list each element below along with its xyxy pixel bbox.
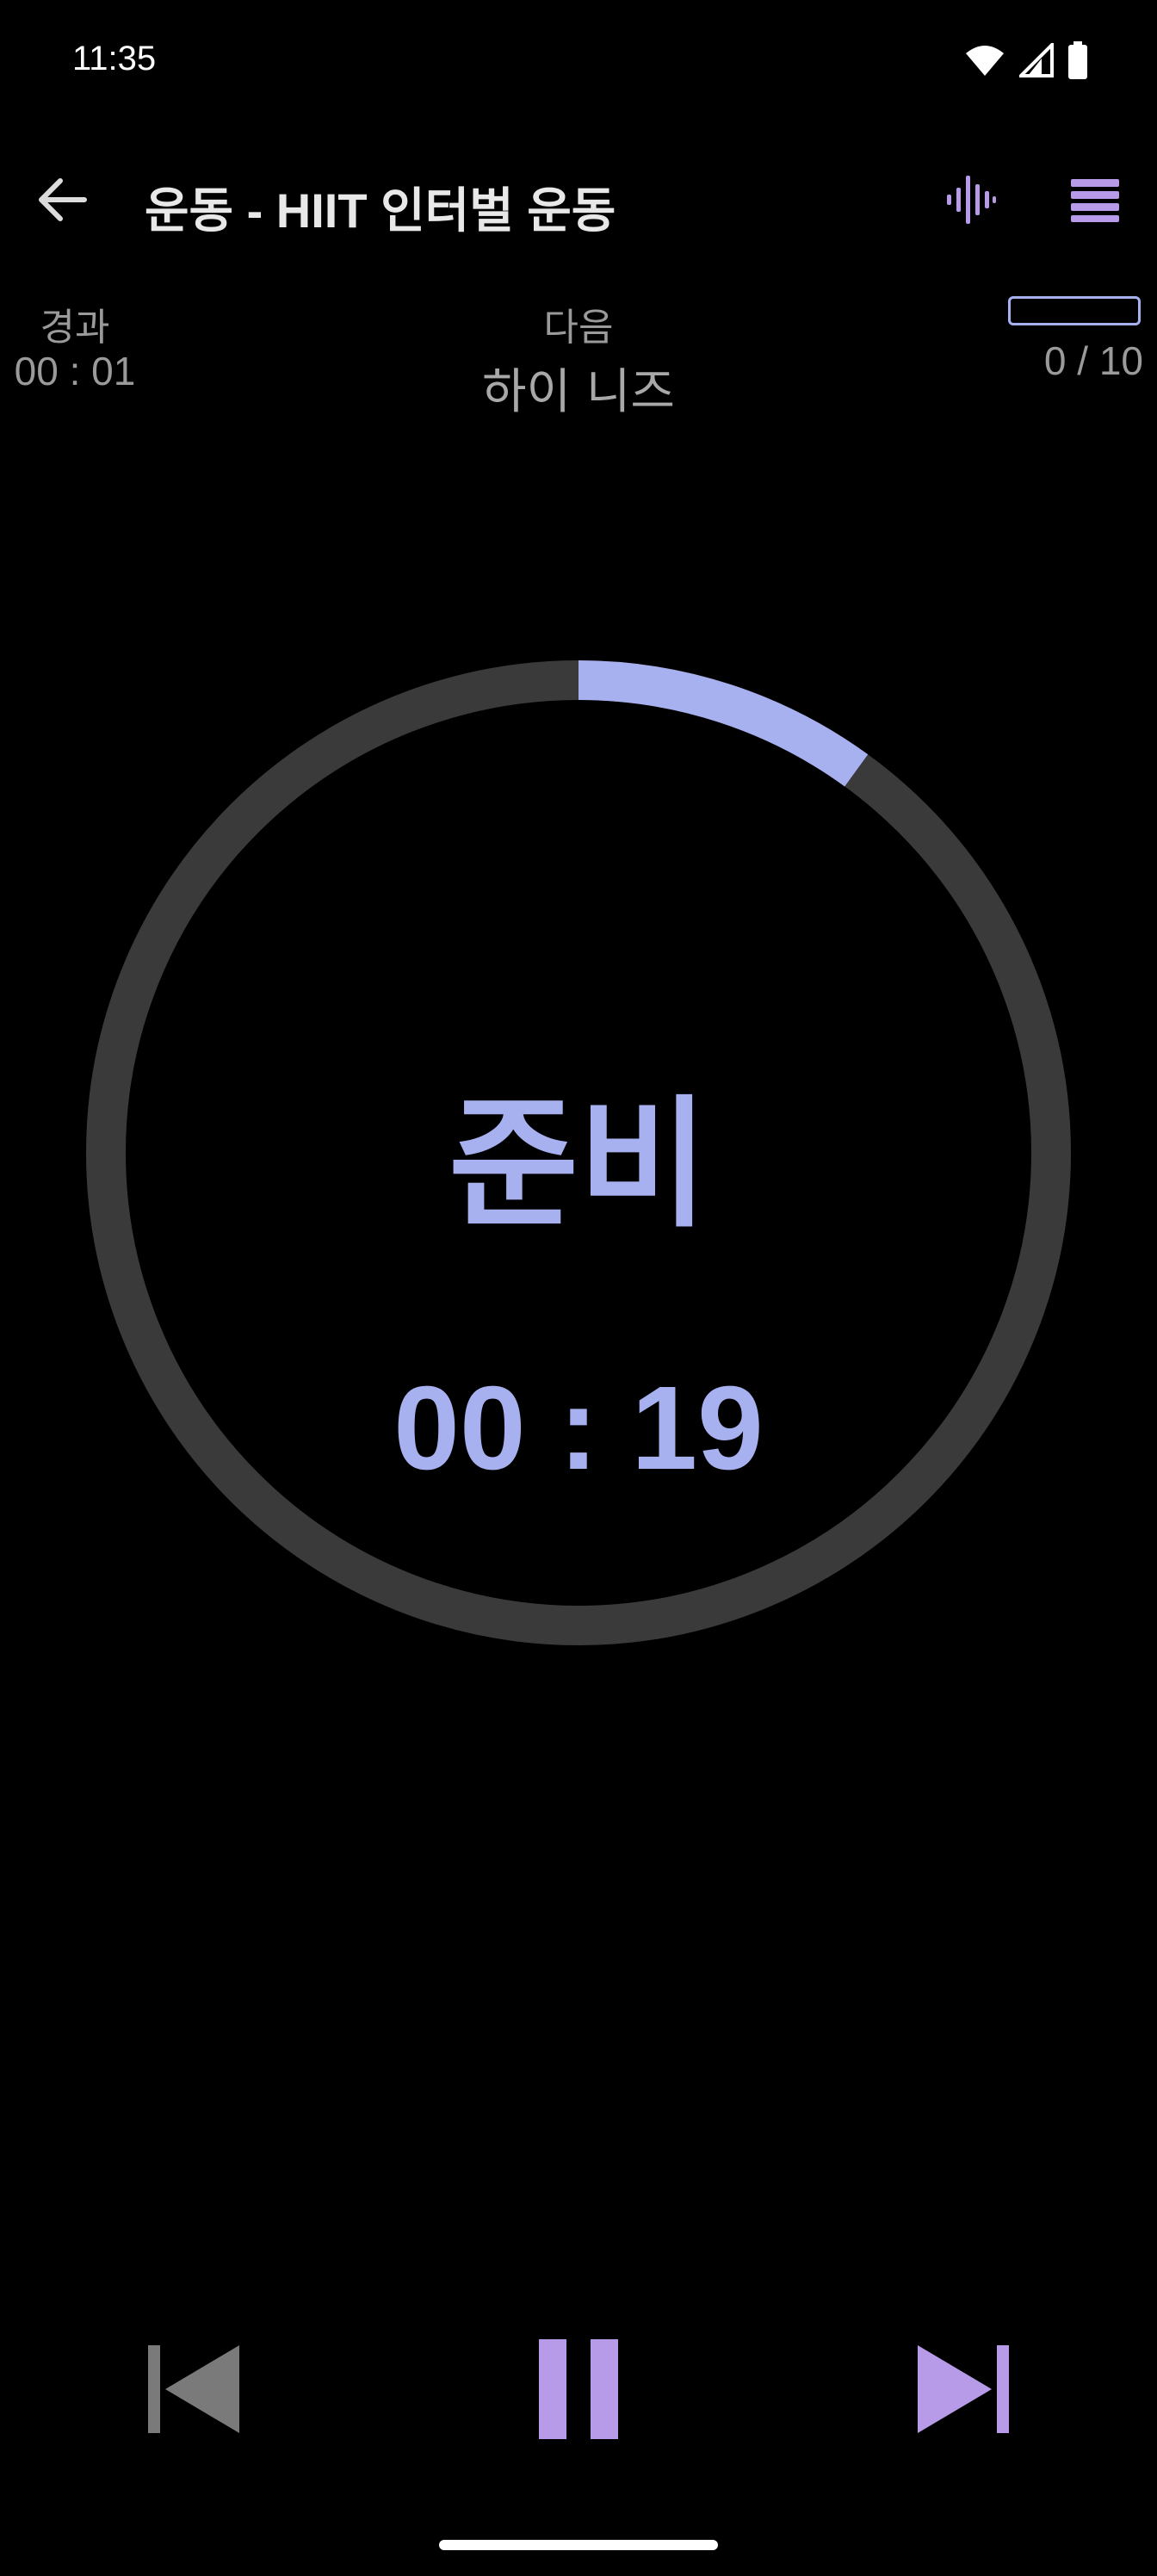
status-icons <box>964 41 1088 79</box>
elapsed-label: 경과 <box>40 306 110 350</box>
back-button[interactable] <box>31 169 93 231</box>
previous-button[interactable] <box>129 2325 258 2454</box>
back-arrow-icon <box>39 178 87 221</box>
phase-label: 준비 <box>449 1082 708 1247</box>
waveform-icon <box>947 176 996 224</box>
next-exercise-name: 하이 니즈 <box>482 364 675 420</box>
timer-ring-progress <box>578 660 869 787</box>
home-indicator[interactable] <box>439 2540 718 2550</box>
exercise-count: 0 / 10 <box>1043 338 1143 383</box>
skip-next-icon <box>918 2345 1009 2433</box>
cell-signal-icon <box>1019 43 1054 77</box>
exercise-progress-bar <box>1008 296 1141 325</box>
next-button[interactable] <box>899 2325 1028 2454</box>
skip-previous-icon <box>148 2345 239 2433</box>
pause-icon <box>539 2339 618 2439</box>
menu-icon <box>1071 179 1119 222</box>
menu-button[interactable] <box>1064 169 1126 231</box>
next-exercise-label: 다음 <box>543 306 614 350</box>
elapsed-value: 00 : 01 <box>14 349 136 393</box>
page-title: 운동 - HIIT 인터벌 운동 <box>145 183 616 238</box>
battery-icon <box>1068 41 1087 79</box>
wifi-icon <box>966 46 1004 76</box>
countdown-timer: 00 : 19 <box>393 1362 764 1495</box>
pause-button[interactable] <box>514 2325 643 2454</box>
sound-button[interactable] <box>940 169 1002 231</box>
status-time: 11:35 <box>72 40 157 77</box>
